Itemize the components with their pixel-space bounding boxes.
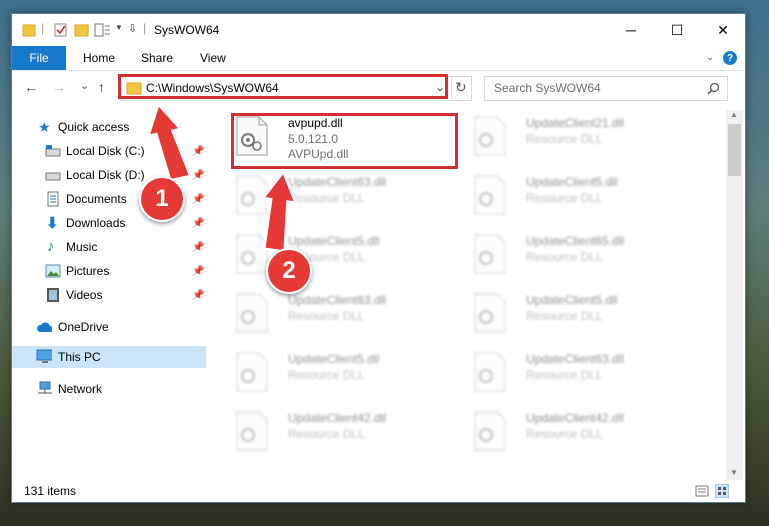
step-2-badge: 2	[266, 248, 312, 294]
step-1-badge: 1	[139, 176, 185, 222]
annotation-arrows	[147, 102, 297, 253]
arrow-icon	[261, 170, 297, 253]
arrow-icon	[147, 102, 192, 182]
